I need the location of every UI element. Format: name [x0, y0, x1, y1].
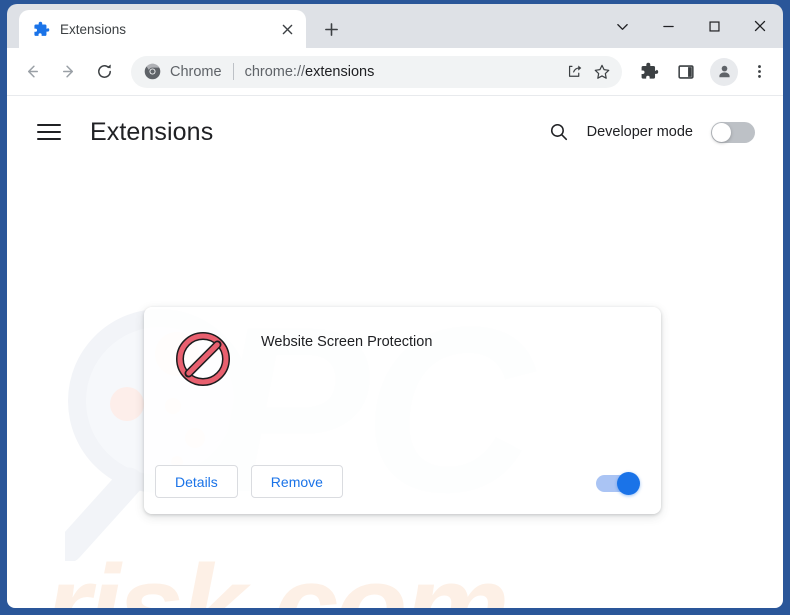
extension-name: Website Screen Protection — [261, 334, 433, 350]
extensions-page: PC risk.com Extensions Developer mode — [7, 96, 783, 608]
url-scheme: chrome:// — [244, 63, 306, 80]
three-dot-menu-icon[interactable] — [745, 58, 773, 86]
omnibox-divider — [232, 63, 234, 80]
tab-title: Extensions — [60, 21, 127, 37]
developer-mode-label: Developer mode — [586, 124, 693, 140]
close-button[interactable] — [737, 4, 783, 48]
details-button[interactable]: Details — [155, 465, 238, 498]
reload-button[interactable] — [87, 55, 121, 89]
page-title: Extensions — [90, 117, 214, 146]
hamburger-line — [37, 131, 61, 133]
prohibition-sign-icon — [175, 331, 231, 387]
hamburger-line — [37, 124, 61, 126]
browser-toolbar: Chrome chrome://extensions — [7, 48, 783, 96]
new-tab-button[interactable] — [316, 14, 346, 44]
toggle-knob — [712, 122, 731, 142]
puzzle-piece-icon — [33, 21, 50, 38]
search-icon[interactable] — [542, 115, 576, 149]
omnibox-chip-label: Chrome — [170, 63, 222, 80]
tab-search-button[interactable] — [599, 4, 645, 48]
address-bar[interactable]: Chrome chrome://extensions — [131, 55, 622, 88]
hamburger-line — [37, 138, 61, 140]
developer-mode-toggle[interactable] — [711, 121, 755, 143]
url-path: extensions — [305, 63, 375, 80]
star-icon[interactable] — [588, 58, 616, 86]
minimize-button[interactable] — [645, 4, 691, 48]
tab-strip: Extensions — [7, 4, 783, 48]
remove-button[interactable]: Remove — [250, 465, 343, 498]
browser-window: Extensions Chrome chrome://extensions ri… — [0, 0, 790, 615]
forward-button[interactable] — [51, 55, 85, 89]
share-icon[interactable] — [560, 58, 588, 86]
extensions-puzzle-icon[interactable] — [633, 56, 665, 88]
toggle-knob — [617, 472, 640, 495]
watermark-domain-text: risk.com — [45, 541, 509, 608]
tab-extensions[interactable]: Extensions — [19, 10, 306, 48]
header-controls: Developer mode — [542, 115, 755, 149]
extension-enabled-toggle[interactable] — [596, 472, 640, 495]
profile-avatar-button[interactable] — [710, 57, 738, 86]
tab-close-icon[interactable] — [276, 18, 298, 40]
chrome-logo-icon — [144, 63, 161, 80]
back-button[interactable] — [15, 55, 49, 89]
extensions-header: Extensions Developer mode — [7, 96, 783, 168]
window-controls — [599, 4, 783, 48]
extension-card: Website Screen Protection Details Remove — [144, 307, 661, 514]
omnibox-url-text: chrome://extensions — [245, 64, 560, 80]
maximize-button[interactable] — [691, 4, 737, 48]
extension-actions: Details Remove — [155, 465, 343, 498]
hamburger-menu-icon[interactable] — [37, 115, 71, 149]
side-panel-icon[interactable] — [670, 56, 702, 88]
